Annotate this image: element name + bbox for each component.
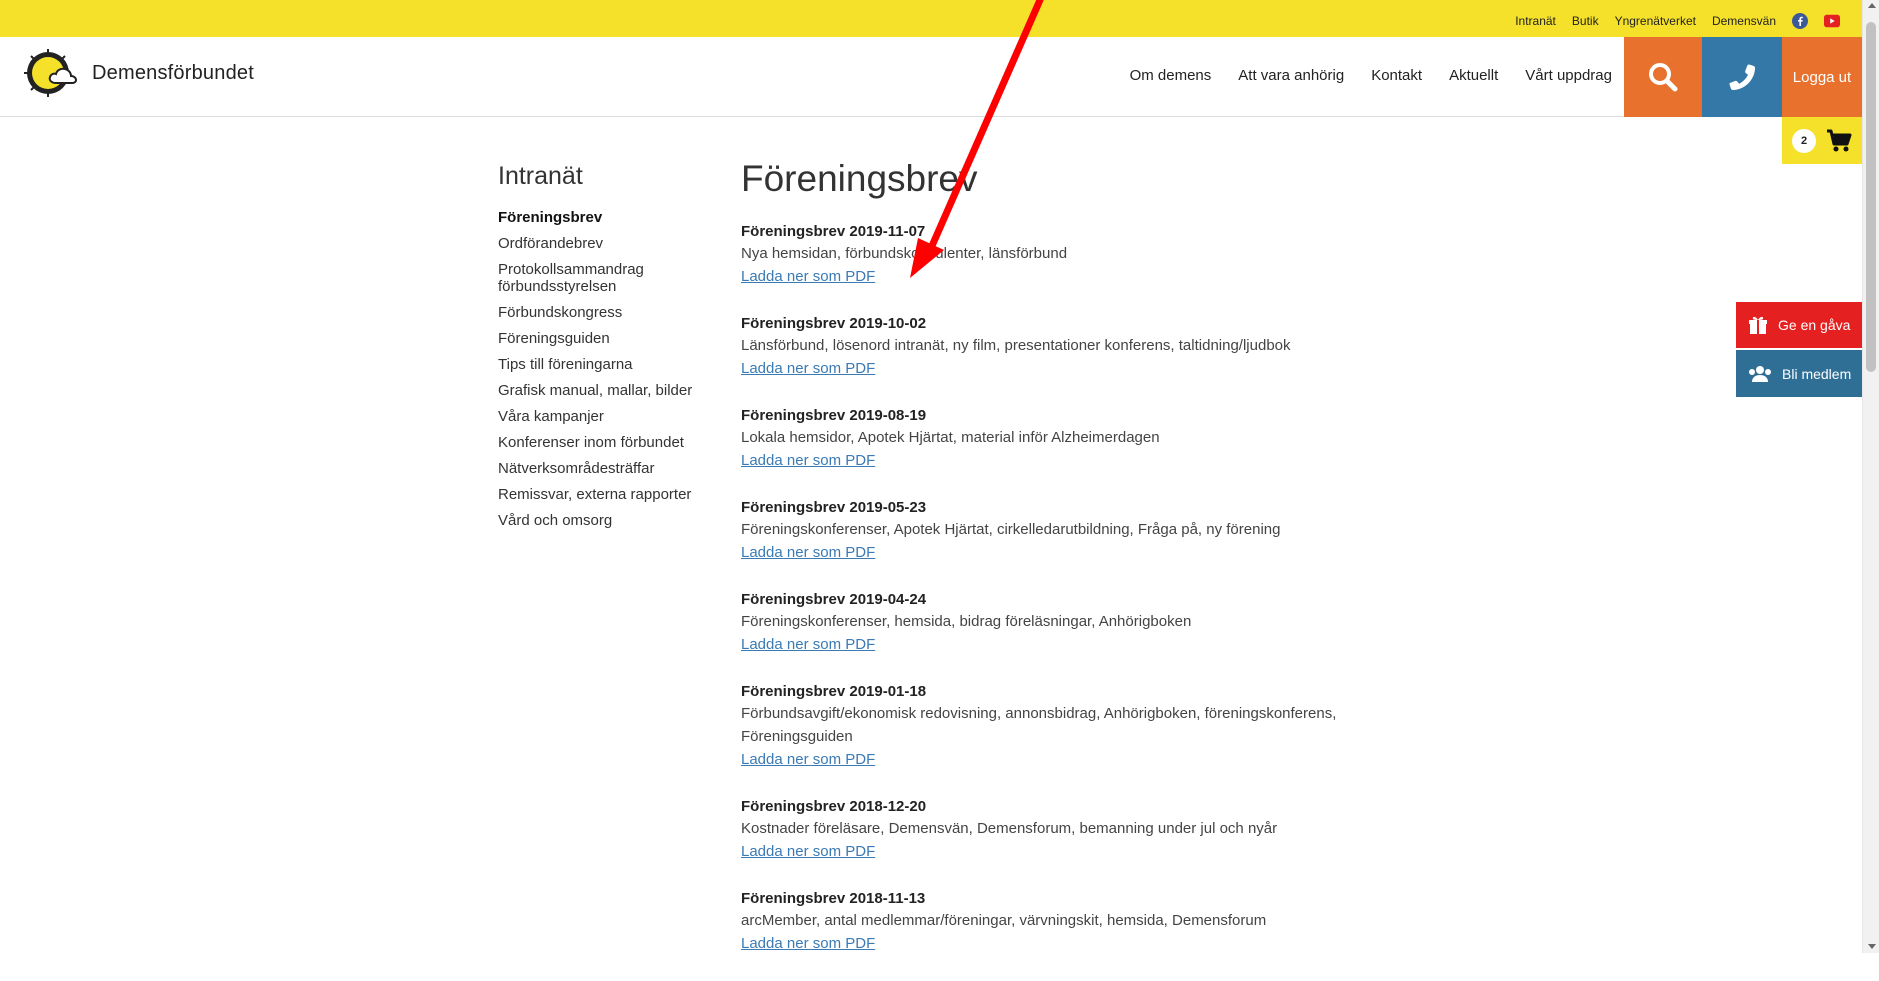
entry-title: Föreningsbrev 2019-01-18	[741, 683, 927, 700]
entry-description: Nya hemsidan, förbundskonsulenter, länsf…	[741, 245, 1068, 262]
scrollbar-thumb[interactable]	[1866, 22, 1876, 372]
facebook-icon[interactable]	[1792, 13, 1808, 29]
download-pdf-link[interactable]: Ladda ner som PDF	[741, 840, 1421, 863]
nav-aktuellt[interactable]: Aktuellt	[1449, 67, 1498, 84]
entry-title: Föreningsbrev 2019-11-07	[741, 223, 926, 240]
sidebar-item-remissvar[interactable]: Remissvar, externa rapporter	[498, 486, 718, 503]
sidebar-item-tips[interactable]: Tips till föreningarna	[498, 356, 718, 373]
cart-button[interactable]: 2	[1782, 117, 1862, 164]
phone-icon	[1729, 64, 1755, 90]
give-gift-button[interactable]: Ge en gåva	[1736, 302, 1862, 348]
sidebar-item-forbundskongress[interactable]: Förbundskongress	[498, 304, 718, 321]
gift-icon	[1749, 316, 1767, 334]
users-icon	[1749, 365, 1771, 382]
sidebar-item-kampanjer[interactable]: Våra kampanjer	[498, 408, 718, 425]
entry-title: Föreningsbrev 2018-12-20	[741, 798, 927, 815]
sidebar-item-ordforandebrev[interactable]: Ordförandebrev	[498, 235, 718, 252]
main-content: Föreningsbrev Föreningsbrev 2019-11-07 N…	[741, 158, 1421, 981]
give-gift-label: Ge en gåva	[1778, 317, 1851, 333]
entry-title: Föreningsbrev 2018-11-13	[741, 890, 926, 907]
download-pdf-link[interactable]: Ladda ner som PDF	[741, 633, 1421, 656]
page-title: Föreningsbrev	[741, 158, 978, 199]
utility-links: Intranät Butik Yngrenätverket Demensvän	[1515, 13, 1840, 29]
entry-description: Kostnader föreläsare, Demensvän, Demensf…	[741, 820, 1278, 837]
site-logo[interactable]: Demensförbundet	[22, 47, 254, 99]
phone-button[interactable]	[1702, 37, 1782, 117]
sidebar-item-grafisk-manual[interactable]: Grafisk manual, mallar, bilder	[498, 382, 718, 399]
download-pdf-link[interactable]: Ladda ner som PDF	[741, 265, 1421, 288]
download-pdf-link[interactable]: Ladda ner som PDF	[741, 357, 1421, 380]
list-item: Föreningsbrev 2019-11-07 Nya hemsidan, f…	[741, 222, 1421, 288]
youtube-icon[interactable]	[1824, 13, 1840, 29]
list-item: Föreningsbrev 2019-05-23 Föreningskonfer…	[741, 498, 1421, 564]
list-item: Föreningsbrev 2018-12-20 Kostnader förel…	[741, 797, 1421, 863]
entry-title: Föreningsbrev 2019-04-24	[741, 591, 927, 608]
sidebar-item-vard-omsorg[interactable]: Vård och omsorg	[498, 512, 718, 529]
sun-cloud-logo-icon	[24, 49, 78, 97]
search-button[interactable]	[1624, 37, 1702, 117]
sidebar-item-protokollsammandrag[interactable]: Protokollsammandrag förbundsstyrelsen	[498, 261, 718, 295]
become-member-label: Bli medlem	[1782, 365, 1852, 382]
search-icon	[1649, 63, 1678, 92]
entry-description: Länsförbund, lösenord intranät, ny film,…	[741, 337, 1291, 354]
page-scrollbar[interactable]	[1862, 0, 1879, 953]
scroll-up-icon[interactable]	[1868, 3, 1876, 8]
entry-title: Föreningsbrev 2019-08-19	[741, 407, 927, 424]
download-pdf-link[interactable]: Ladda ner som PDF	[741, 449, 1421, 472]
sidebar-item-konferenser[interactable]: Konferenser inom förbundet	[498, 434, 718, 451]
utility-link-demensvan[interactable]: Demensvän	[1712, 14, 1776, 28]
list-item: Föreningsbrev 2018-11-13 arcMember, anta…	[741, 889, 1421, 955]
sidebar-menu: Föreningsbrev Ordförandebrev Protokollsa…	[498, 209, 718, 529]
cart-count-badge: 2	[1792, 128, 1816, 153]
utility-link-butik[interactable]: Butik	[1572, 14, 1599, 28]
list-item: Föreningsbrev 2019-01-18 Förbundsavgift/…	[741, 682, 1421, 771]
nav-att-vara-anhorig[interactable]: Att vara anhörig	[1238, 67, 1344, 84]
logout-button[interactable]: Logga ut	[1782, 37, 1862, 117]
entry-title: Föreningsbrev 2019-05-23	[741, 499, 927, 516]
site-header: Demensförbundet Om demens Att vara anhör…	[0, 37, 1862, 117]
list-item: Föreningsbrev 2019-04-24 Föreningskonfer…	[741, 590, 1421, 656]
entry-description: Föreningskonferenser, hemsida, bidrag fö…	[741, 613, 1192, 630]
download-pdf-link[interactable]: Ladda ner som PDF	[741, 541, 1421, 564]
list-item: Föreningsbrev 2019-08-19 Lokala hemsidor…	[741, 406, 1421, 472]
entry-description: arcMember, antal medlemmar/föreningar, v…	[741, 912, 1267, 929]
utility-link-intranat[interactable]: Intranät	[1515, 14, 1556, 28]
sidebar-item-natverksomraden[interactable]: Nätverksområdesträffar	[498, 460, 718, 477]
entry-title: Föreningsbrev 2019-10-02	[741, 315, 927, 332]
sidebar-title: Intranät	[498, 162, 583, 190]
entry-description: Lokala hemsidor, Apotek Hjärtat, materia…	[741, 429, 1160, 446]
entry-description: Föreningskonferenser, Apotek Hjärtat, ci…	[741, 521, 1281, 538]
entry-description: Förbundsavgift/ekonomisk redovisning, an…	[741, 705, 1337, 745]
sidebar-item-foreningsguiden[interactable]: Föreningsguiden	[498, 330, 718, 347]
intranet-sidebar: Intranät Föreningsbrev Ordförandebrev Pr…	[498, 162, 718, 538]
list-item: Föreningsbrev 2019-10-02 Länsförbund, lö…	[741, 314, 1421, 380]
nav-vart-uppdrag[interactable]: Vårt uppdrag	[1525, 67, 1612, 84]
main-nav: Om demens Att vara anhörig Kontakt Aktue…	[1130, 67, 1612, 84]
sidebar-item-foreningsbrev[interactable]: Föreningsbrev	[498, 209, 718, 226]
scroll-down-icon[interactable]	[1868, 944, 1876, 949]
cart-icon	[1827, 129, 1852, 151]
download-pdf-link[interactable]: Ladda ner som PDF	[741, 932, 1421, 955]
become-member-button[interactable]: Bli medlem	[1736, 350, 1862, 397]
utility-link-yngrenatverket[interactable]: Yngrenätverket	[1615, 14, 1696, 28]
brand-name: Demensförbundet	[92, 61, 254, 84]
download-pdf-link[interactable]: Ladda ner som PDF	[741, 748, 1421, 771]
utility-bar: Intranät Butik Yngrenätverket Demensvän	[0, 0, 1862, 37]
nav-kontakt[interactable]: Kontakt	[1371, 67, 1422, 84]
nav-om-demens[interactable]: Om demens	[1130, 67, 1212, 84]
